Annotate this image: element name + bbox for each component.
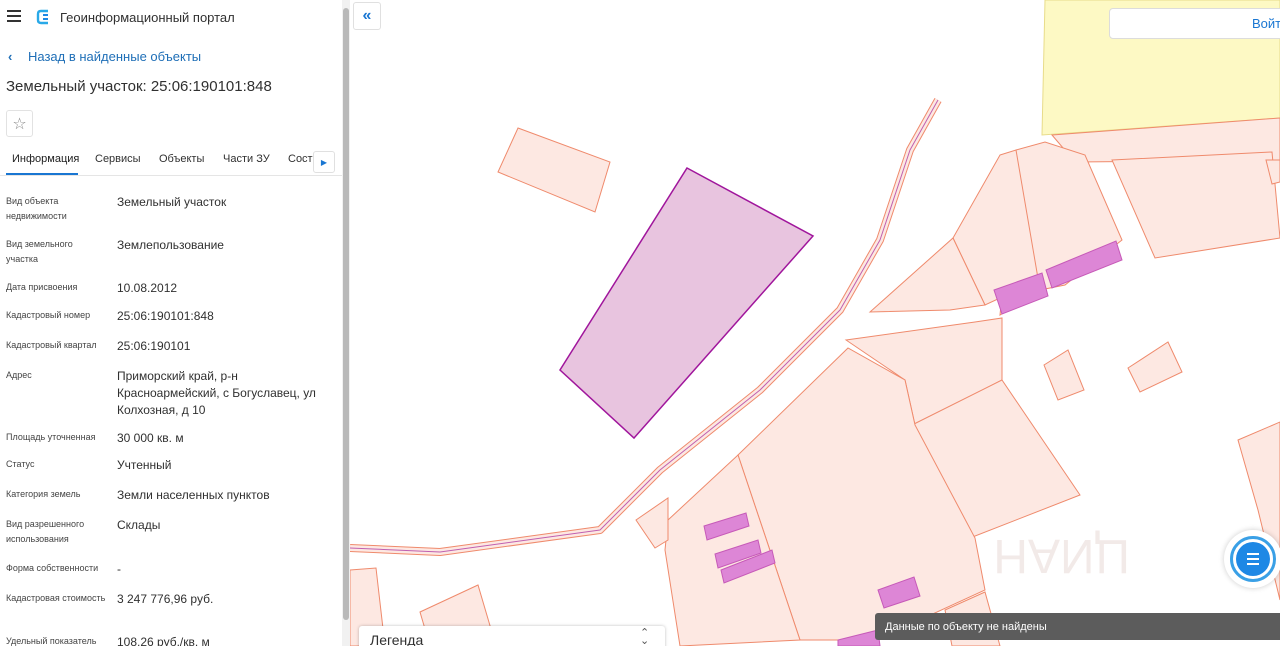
cadastral-map[interactable]: ЦИАН [350,0,1280,646]
active-tab-indicator [6,173,78,175]
info-label: Вид объекта недвижимости [6,196,67,221]
info-value: Учтенный [117,458,172,472]
collapse-sidebar-button[interactable]: « [353,2,381,30]
page-title: Земельный участок: 25:06:190101:848 [6,78,272,95]
info-label: Кадастровый номер [6,310,91,320]
info-label: Площадь уточненная [6,432,96,442]
info-label: Категория земель [6,489,81,499]
star-icon: ☆ [12,115,27,133]
tab-parcel-parts[interactable]: Части ЗУ [223,153,270,165]
info-value: 3 247 776,96 руб. [117,592,214,606]
chat-icon-line [1247,553,1259,555]
notification-toast: Данные по объекту не найдены [875,613,1280,640]
sidebar-panel: Геоинформационный портал ‹ Назад в найден… [0,0,342,646]
info-value: Земли населенных пунктов [117,488,270,502]
info-label: Удельный показатель [6,636,97,646]
back-to-results-link[interactable]: ‹ Назад в найденные объекты [8,49,201,64]
info-label: Статус [6,459,35,469]
chat-icon-line [1247,558,1259,560]
tab-information[interactable]: Информация [12,153,79,165]
chevron-left-icon: ‹ [8,49,13,64]
info-label: Форма собственности [6,563,99,573]
info-label: Дата присвоения [6,282,78,292]
info-label: Кадастровая стоимость [6,593,106,603]
info-value: Склады [117,518,161,532]
hamburger-menu-icon[interactable] [7,10,21,22]
caret-right-icon: ▶ [320,157,328,167]
double-chevron-left-icon: « [362,7,372,24]
info-value: Земельный участок [117,195,227,209]
land-parcel [497,127,611,213]
land-parcel [1111,151,1280,259]
tabs-scroll-right-button[interactable]: ▶ [313,151,335,173]
expand-collapse-icon[interactable]: ⌃ ⌄ [640,628,649,646]
scrollbar-thumb[interactable] [343,8,349,620]
info-label: Вид разрешенного использования [6,519,85,544]
back-link-label: Назад в найденные объекты [28,49,202,64]
land-parcel [635,497,669,549]
info-value: Землепользование [117,238,224,252]
info-label: Вид земельного участка [6,239,73,264]
info-value: 30 000 кв. м [117,431,184,445]
info-value: - [117,562,121,576]
info-value: 10.08.2012 [117,281,178,295]
info-value: 25:06:190101:848 [117,309,214,323]
land-parcel [1127,341,1183,393]
tab-bar: Информация Сервисы Объекты Части ЗУ Сост… [0,146,342,176]
land-parcel [1043,349,1085,401]
info-value: Приморский край, р-н Красноармейский, с … [117,369,316,417]
tab-objects[interactable]: Объекты [159,153,204,165]
info-value: 25:06:190101 [117,339,191,353]
info-label: Адрес [6,370,32,380]
legend-title: Легенда [370,632,424,646]
chat-button[interactable] [1224,530,1280,588]
map-canvas[interactable]: ЦИАН [350,0,1280,646]
map-watermark: ЦИАН [993,529,1130,582]
sidebar-header: Геоинформационный портал [0,0,342,34]
info-value: 108,26 руб./кв. м [117,635,210,646]
tab-services[interactable]: Сервисы [95,153,141,165]
portal-logo-icon [36,9,48,25]
info-label: Кадастровый квартал [6,340,97,350]
map-legend[interactable]: Легенда ⌃ ⌄ [359,626,665,646]
chat-icon-line [1247,563,1259,565]
selected-parcel [559,167,815,440]
favorite-star-button[interactable]: ☆ [6,110,33,137]
app-title: Геоинформационный портал [60,10,235,25]
login-button[interactable]: Войти [1109,8,1280,39]
sidebar-scrollbar[interactable] [342,0,350,646]
